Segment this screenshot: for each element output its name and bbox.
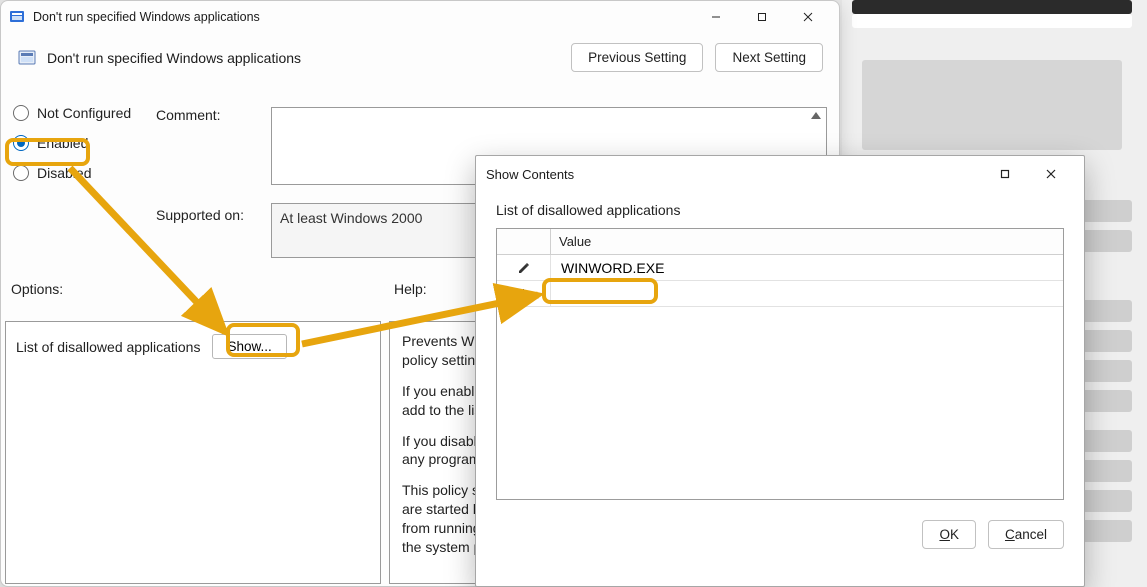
help-label: Help: <box>394 281 427 297</box>
supported-on-label: Supported on: <box>156 207 244 223</box>
show-button[interactable]: Show... <box>212 334 286 359</box>
show-contents-dialog: Show Contents List of disallowed applica… <box>475 155 1085 587</box>
radio-icon-checked <box>13 135 29 151</box>
row-indicator-editing <box>497 255 551 280</box>
previous-setting-button[interactable]: Previous Setting <box>571 43 703 72</box>
options-label: Options: <box>11 281 63 297</box>
policy-icon <box>17 48 37 68</box>
grid-header-value: Value <box>551 229 1063 254</box>
radio-icon <box>13 105 29 121</box>
radio-disabled[interactable]: Disabled <box>13 165 131 181</box>
value-input[interactable] <box>559 285 1055 303</box>
close-button[interactable] <box>785 2 831 32</box>
minimize-button[interactable] <box>693 2 739 32</box>
grid-header: Value <box>497 229 1063 255</box>
ok-button[interactable]: OK <box>922 520 976 549</box>
policy-window-icon <box>9 9 25 25</box>
value-input[interactable] <box>559 259 1055 277</box>
supported-on-value: At least Windows 2000 <box>280 210 422 226</box>
next-setting-button[interactable]: Next Setting <box>715 43 823 72</box>
scroll-up-icon[interactable] <box>811 112 821 119</box>
radio-label: Enabled <box>37 135 88 151</box>
row-indicator-new: * <box>497 281 551 306</box>
main-titlebar: Don't run specified Windows applications <box>1 1 839 33</box>
options-row-label: List of disallowed applications <box>16 339 200 355</box>
radio-label: Not Configured <box>37 105 131 121</box>
main-window-title: Don't run specified Windows applications <box>33 10 693 24</box>
grid-header-spacer <box>497 229 551 254</box>
radio-label: Disabled <box>37 165 91 181</box>
dialog-titlebar: Show Contents <box>476 156 1084 192</box>
dialog-title: Show Contents <box>486 167 982 182</box>
options-panel: List of disallowed applications Show... <box>5 321 381 584</box>
cancel-button[interactable]: Cancel <box>988 520 1064 549</box>
value-grid[interactable]: Value * <box>496 228 1064 500</box>
radio-icon <box>13 165 29 181</box>
dialog-maximize-button[interactable] <box>982 159 1028 189</box>
dialog-subtitle: List of disallowed applications <box>496 202 1064 218</box>
table-row[interactable] <box>497 255 1063 281</box>
policy-title: Don't run specified Windows applications <box>47 50 571 66</box>
dialog-close-button[interactable] <box>1028 159 1074 189</box>
radio-enabled[interactable]: Enabled <box>13 135 131 151</box>
comment-label: Comment: <box>156 107 221 123</box>
asterisk-icon: * <box>521 286 526 301</box>
table-row[interactable]: * <box>497 281 1063 307</box>
maximize-button[interactable] <box>739 2 785 32</box>
pencil-icon <box>517 261 531 275</box>
radio-not-configured[interactable]: Not Configured <box>13 105 131 121</box>
